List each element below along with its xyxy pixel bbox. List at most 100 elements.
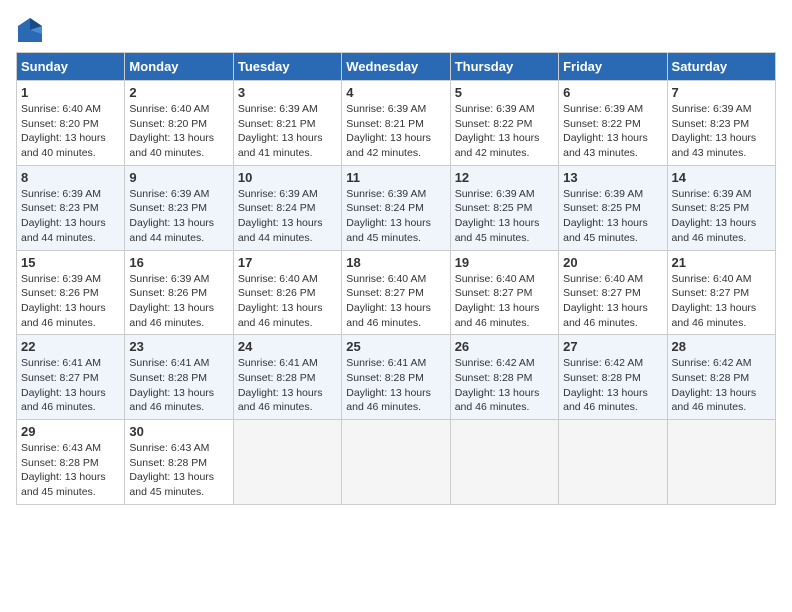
day-info: Sunrise: 6:42 AMSunset: 8:28 PMDaylight:… bbox=[672, 356, 771, 415]
day-number: 3 bbox=[238, 85, 337, 100]
day-info: Sunrise: 6:39 AMSunset: 8:25 PMDaylight:… bbox=[563, 187, 662, 246]
day-number: 4 bbox=[346, 85, 445, 100]
day-number: 16 bbox=[129, 255, 228, 270]
day-info: Sunrise: 6:39 AMSunset: 8:21 PMDaylight:… bbox=[238, 102, 337, 161]
day-info: Sunrise: 6:39 AMSunset: 8:23 PMDaylight:… bbox=[672, 102, 771, 161]
day-number: 23 bbox=[129, 339, 228, 354]
calendar-week-row: 22 Sunrise: 6:41 AMSunset: 8:27 PMDaylig… bbox=[17, 335, 776, 420]
calendar-header-tuesday: Tuesday bbox=[233, 53, 341, 81]
day-info: Sunrise: 6:41 AMSunset: 8:28 PMDaylight:… bbox=[129, 356, 228, 415]
day-info: Sunrise: 6:40 AMSunset: 8:27 PMDaylight:… bbox=[455, 272, 554, 331]
calendar-header-monday: Monday bbox=[125, 53, 233, 81]
calendar-cell: 29 Sunrise: 6:43 AMSunset: 8:28 PMDaylig… bbox=[17, 420, 125, 505]
calendar-week-row: 29 Sunrise: 6:43 AMSunset: 8:28 PMDaylig… bbox=[17, 420, 776, 505]
day-info: Sunrise: 6:39 AMSunset: 8:25 PMDaylight:… bbox=[455, 187, 554, 246]
day-number: 7 bbox=[672, 85, 771, 100]
calendar-header-saturday: Saturday bbox=[667, 53, 775, 81]
calendar-cell bbox=[450, 420, 558, 505]
day-number: 6 bbox=[563, 85, 662, 100]
calendar-cell bbox=[342, 420, 450, 505]
calendar-cell bbox=[233, 420, 341, 505]
calendar-cell: 2 Sunrise: 6:40 AMSunset: 8:20 PMDayligh… bbox=[125, 81, 233, 166]
day-info: Sunrise: 6:41 AMSunset: 8:28 PMDaylight:… bbox=[346, 356, 445, 415]
logo-icon bbox=[16, 16, 44, 44]
calendar-cell: 16 Sunrise: 6:39 AMSunset: 8:26 PMDaylig… bbox=[125, 250, 233, 335]
day-number: 25 bbox=[346, 339, 445, 354]
day-info: Sunrise: 6:43 AMSunset: 8:28 PMDaylight:… bbox=[129, 441, 228, 500]
day-number: 17 bbox=[238, 255, 337, 270]
calendar-header-wednesday: Wednesday bbox=[342, 53, 450, 81]
calendar-cell: 26 Sunrise: 6:42 AMSunset: 8:28 PMDaylig… bbox=[450, 335, 558, 420]
calendar-cell: 11 Sunrise: 6:39 AMSunset: 8:24 PMDaylig… bbox=[342, 165, 450, 250]
day-info: Sunrise: 6:39 AMSunset: 8:21 PMDaylight:… bbox=[346, 102, 445, 161]
day-number: 9 bbox=[129, 170, 228, 185]
day-info: Sunrise: 6:42 AMSunset: 8:28 PMDaylight:… bbox=[563, 356, 662, 415]
day-number: 10 bbox=[238, 170, 337, 185]
day-info: Sunrise: 6:40 AMSunset: 8:20 PMDaylight:… bbox=[21, 102, 120, 161]
calendar-cell: 21 Sunrise: 6:40 AMSunset: 8:27 PMDaylig… bbox=[667, 250, 775, 335]
day-number: 29 bbox=[21, 424, 120, 439]
day-info: Sunrise: 6:39 AMSunset: 8:23 PMDaylight:… bbox=[129, 187, 228, 246]
day-info: Sunrise: 6:39 AMSunset: 8:26 PMDaylight:… bbox=[21, 272, 120, 331]
calendar-cell: 15 Sunrise: 6:39 AMSunset: 8:26 PMDaylig… bbox=[17, 250, 125, 335]
day-info: Sunrise: 6:39 AMSunset: 8:25 PMDaylight:… bbox=[672, 187, 771, 246]
logo bbox=[16, 16, 48, 44]
day-number: 1 bbox=[21, 85, 120, 100]
calendar-cell: 19 Sunrise: 6:40 AMSunset: 8:27 PMDaylig… bbox=[450, 250, 558, 335]
calendar-cell: 25 Sunrise: 6:41 AMSunset: 8:28 PMDaylig… bbox=[342, 335, 450, 420]
day-info: Sunrise: 6:39 AMSunset: 8:23 PMDaylight:… bbox=[21, 187, 120, 246]
day-info: Sunrise: 6:41 AMSunset: 8:28 PMDaylight:… bbox=[238, 356, 337, 415]
calendar-cell: 12 Sunrise: 6:39 AMSunset: 8:25 PMDaylig… bbox=[450, 165, 558, 250]
calendar-header-row: SundayMondayTuesdayWednesdayThursdayFrid… bbox=[17, 53, 776, 81]
day-info: Sunrise: 6:39 AMSunset: 8:24 PMDaylight:… bbox=[346, 187, 445, 246]
page-header bbox=[16, 16, 776, 44]
calendar-cell: 27 Sunrise: 6:42 AMSunset: 8:28 PMDaylig… bbox=[559, 335, 667, 420]
day-info: Sunrise: 6:40 AMSunset: 8:27 PMDaylight:… bbox=[346, 272, 445, 331]
day-number: 15 bbox=[21, 255, 120, 270]
calendar-cell: 1 Sunrise: 6:40 AMSunset: 8:20 PMDayligh… bbox=[17, 81, 125, 166]
day-number: 19 bbox=[455, 255, 554, 270]
calendar-cell: 6 Sunrise: 6:39 AMSunset: 8:22 PMDayligh… bbox=[559, 81, 667, 166]
day-info: Sunrise: 6:41 AMSunset: 8:27 PMDaylight:… bbox=[21, 356, 120, 415]
calendar-cell: 8 Sunrise: 6:39 AMSunset: 8:23 PMDayligh… bbox=[17, 165, 125, 250]
calendar-header-thursday: Thursday bbox=[450, 53, 558, 81]
day-number: 14 bbox=[672, 170, 771, 185]
calendar-cell: 20 Sunrise: 6:40 AMSunset: 8:27 PMDaylig… bbox=[559, 250, 667, 335]
day-number: 24 bbox=[238, 339, 337, 354]
day-number: 28 bbox=[672, 339, 771, 354]
day-info: Sunrise: 6:43 AMSunset: 8:28 PMDaylight:… bbox=[21, 441, 120, 500]
calendar-table: SundayMondayTuesdayWednesdayThursdayFrid… bbox=[16, 52, 776, 505]
calendar-cell: 4 Sunrise: 6:39 AMSunset: 8:21 PMDayligh… bbox=[342, 81, 450, 166]
calendar-cell: 9 Sunrise: 6:39 AMSunset: 8:23 PMDayligh… bbox=[125, 165, 233, 250]
calendar-cell: 30 Sunrise: 6:43 AMSunset: 8:28 PMDaylig… bbox=[125, 420, 233, 505]
day-number: 11 bbox=[346, 170, 445, 185]
calendar-cell bbox=[559, 420, 667, 505]
calendar-week-row: 8 Sunrise: 6:39 AMSunset: 8:23 PMDayligh… bbox=[17, 165, 776, 250]
day-info: Sunrise: 6:40 AMSunset: 8:20 PMDaylight:… bbox=[129, 102, 228, 161]
calendar-cell: 3 Sunrise: 6:39 AMSunset: 8:21 PMDayligh… bbox=[233, 81, 341, 166]
day-info: Sunrise: 6:40 AMSunset: 8:26 PMDaylight:… bbox=[238, 272, 337, 331]
calendar-cell: 18 Sunrise: 6:40 AMSunset: 8:27 PMDaylig… bbox=[342, 250, 450, 335]
calendar-cell: 13 Sunrise: 6:39 AMSunset: 8:25 PMDaylig… bbox=[559, 165, 667, 250]
day-info: Sunrise: 6:39 AMSunset: 8:22 PMDaylight:… bbox=[455, 102, 554, 161]
day-number: 8 bbox=[21, 170, 120, 185]
day-info: Sunrise: 6:42 AMSunset: 8:28 PMDaylight:… bbox=[455, 356, 554, 415]
day-info: Sunrise: 6:39 AMSunset: 8:22 PMDaylight:… bbox=[563, 102, 662, 161]
calendar-cell: 17 Sunrise: 6:40 AMSunset: 8:26 PMDaylig… bbox=[233, 250, 341, 335]
day-number: 20 bbox=[563, 255, 662, 270]
calendar-cell bbox=[667, 420, 775, 505]
day-info: Sunrise: 6:39 AMSunset: 8:24 PMDaylight:… bbox=[238, 187, 337, 246]
day-number: 5 bbox=[455, 85, 554, 100]
calendar-header-sunday: Sunday bbox=[17, 53, 125, 81]
day-number: 12 bbox=[455, 170, 554, 185]
day-number: 30 bbox=[129, 424, 228, 439]
calendar-cell: 23 Sunrise: 6:41 AMSunset: 8:28 PMDaylig… bbox=[125, 335, 233, 420]
day-number: 27 bbox=[563, 339, 662, 354]
calendar-cell: 10 Sunrise: 6:39 AMSunset: 8:24 PMDaylig… bbox=[233, 165, 341, 250]
day-number: 26 bbox=[455, 339, 554, 354]
day-info: Sunrise: 6:40 AMSunset: 8:27 PMDaylight:… bbox=[563, 272, 662, 331]
calendar-week-row: 1 Sunrise: 6:40 AMSunset: 8:20 PMDayligh… bbox=[17, 81, 776, 166]
calendar-week-row: 15 Sunrise: 6:39 AMSunset: 8:26 PMDaylig… bbox=[17, 250, 776, 335]
calendar-cell: 28 Sunrise: 6:42 AMSunset: 8:28 PMDaylig… bbox=[667, 335, 775, 420]
day-info: Sunrise: 6:40 AMSunset: 8:27 PMDaylight:… bbox=[672, 272, 771, 331]
